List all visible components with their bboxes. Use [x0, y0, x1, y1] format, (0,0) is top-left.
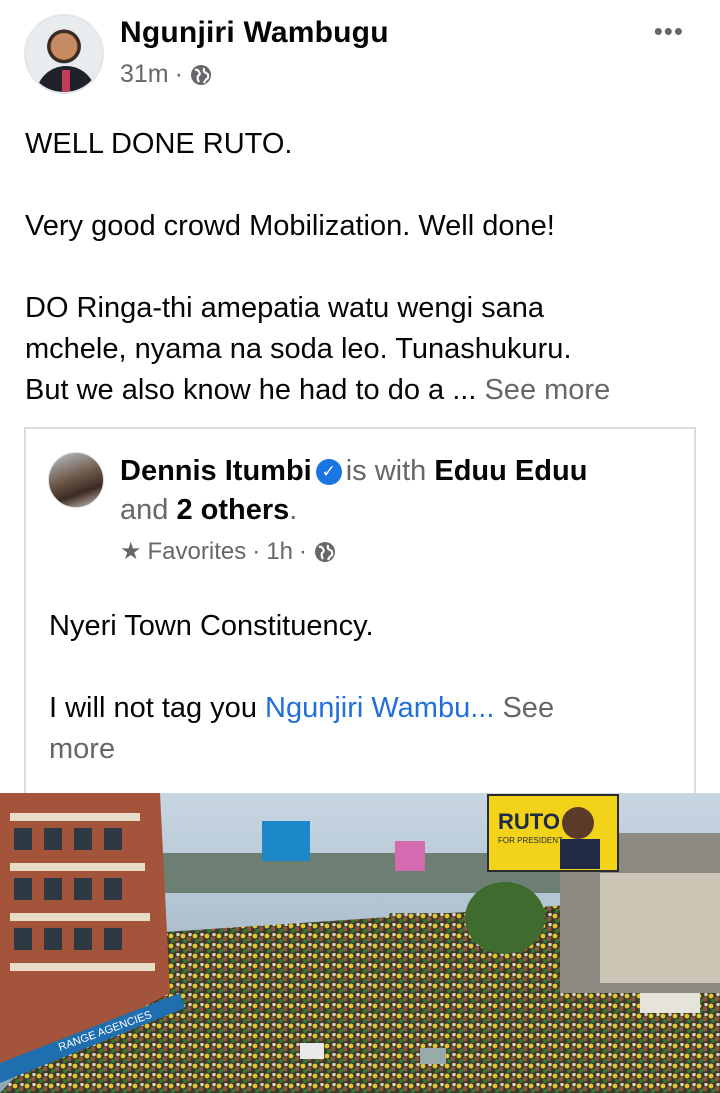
post-photo[interactable]: RANGE AGENCIES RUTO FOR PRESIDENT — [0, 793, 720, 1093]
see-more-link-cont[interactable]: more — [49, 729, 115, 770]
favorites-label[interactable]: Favorites — [148, 538, 247, 566]
see-more-link[interactable]: See — [502, 692, 554, 724]
crowd-photo-illustration: RANGE AGENCIES RUTO FOR PRESIDENT — [0, 793, 720, 1093]
is-with-text: is with — [345, 455, 427, 487]
period-text: . — [289, 494, 298, 526]
shared-author-name[interactable]: Dennis Itumbi — [120, 455, 312, 487]
post-time[interactable]: 31m — [120, 60, 169, 89]
post-meta: 31m · — [120, 60, 213, 89]
meta-separator: · — [174, 60, 183, 88]
shared-time[interactable]: 1h — [266, 538, 293, 566]
tagged-others-link[interactable]: 2 others — [176, 494, 289, 526]
more-options-icon[interactable]: ••• — [654, 16, 684, 47]
meta-separator: · — [298, 537, 307, 565]
author-avatar[interactable] — [24, 14, 104, 94]
billboard-subtext: FOR PRESIDENT — [498, 836, 563, 845]
billboard-text: RUTO — [498, 809, 560, 834]
verified-badge-icon: ✓ — [315, 459, 342, 485]
post-text-line: But we also know he had to do a ... — [25, 374, 477, 406]
see-more-link[interactable]: See more — [484, 374, 610, 406]
globe-icon — [190, 64, 211, 85]
shared-author-avatar[interactable] — [48, 452, 104, 508]
tagged-user[interactable]: Eduu Eduu — [434, 455, 587, 487]
shared-meta: ★ Favorites · 1h · — [120, 537, 337, 566]
post-text-line: WELL DONE RUTO. — [25, 128, 293, 160]
globe-icon — [314, 541, 335, 562]
post-text-last-line: But we also know he had to do a ... See … — [25, 370, 610, 411]
star-icon: ★ — [120, 538, 142, 565]
post-text-line: Very good crowd Mobilization. Well done! — [25, 210, 555, 242]
and-text: and — [120, 494, 169, 526]
shared-text-prefix: I will not tag you — [49, 692, 257, 724]
post-text-line: mchele, nyama na soda leo. Tunashukuru. — [25, 333, 572, 365]
shared-header-line: Dennis Itumbi ✓ is with Eduu Eduu — [120, 452, 680, 490]
author-name[interactable]: Ngunjiri Wambugu — [120, 16, 389, 50]
avatar-tie — [62, 70, 70, 92]
shared-header-line2: and 2 others. — [120, 491, 297, 529]
shared-text-line: Nyeri Town Constituency. — [49, 610, 374, 642]
mention-link[interactable]: Ngunjiri Wambu... — [265, 692, 494, 724]
shared-text-line2: I will not tag you Ngunjiri Wambu... See — [49, 688, 554, 729]
meta-separator: · — [252, 537, 261, 565]
post-text-line: DO Ringa-thi amepatia watu wengi sana — [25, 292, 545, 324]
